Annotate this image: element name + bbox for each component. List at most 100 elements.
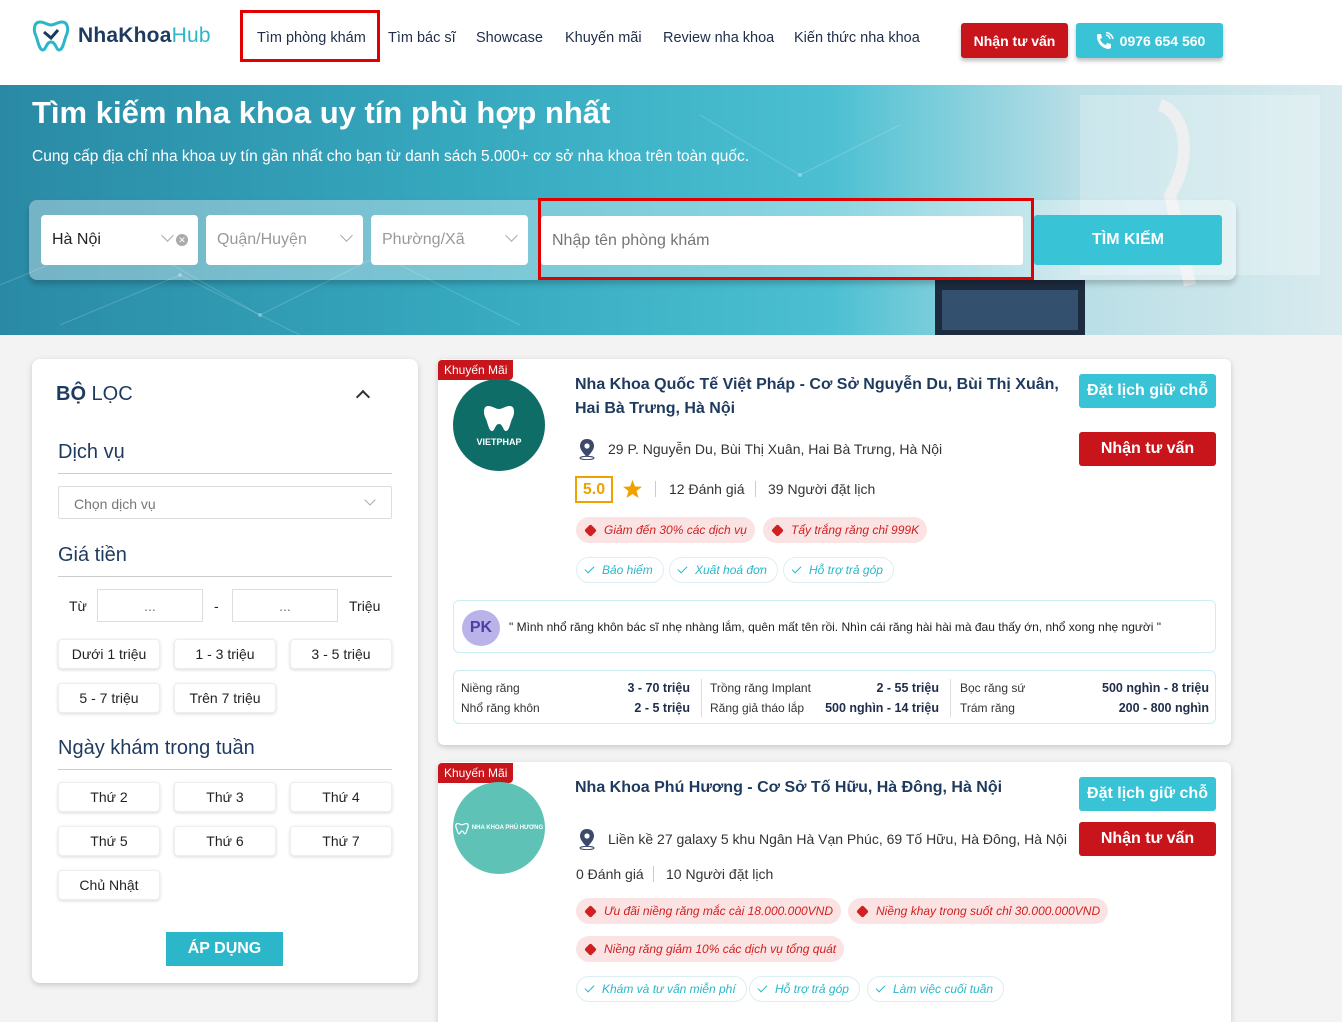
price-item-name: Trám răng	[960, 701, 1015, 715]
book-button[interactable]: Đặt lịch giữ chỗ	[1079, 374, 1216, 408]
clear-icon[interactable]: ✕	[176, 234, 188, 246]
price-item-value: 2 - 5 triệu	[634, 701, 690, 715]
divider	[950, 679, 951, 717]
header-phone-button[interactable]: 0976 654 560	[1076, 23, 1223, 58]
collapse-icon[interactable]	[355, 389, 371, 405]
check-icon	[791, 563, 802, 574]
filter-panel: BỘ LỌC Dịch vụ Chọn dịch vụ Giá tiền Từ …	[32, 359, 418, 983]
star-icon	[623, 480, 642, 498]
feature-tag-label: Xuất hoá đơn	[695, 563, 767, 577]
day-tue[interactable]: Thứ 3	[174, 782, 276, 812]
tooth-logo-icon	[483, 406, 515, 431]
site-logo[interactable]: NhaKhoaHub	[32, 18, 211, 54]
price-range-under-1[interactable]: Dưới 1 triệu	[58, 639, 160, 669]
tag-icon	[584, 904, 597, 918]
filter-title-bold: BỘ	[56, 383, 86, 405]
logo-text-main: NhaKhoa	[78, 24, 172, 47]
day-fri[interactable]: Thứ 6	[174, 826, 276, 856]
chevron-down-icon	[505, 229, 518, 242]
promo-tag[interactable]: Niềng răng giảm 10% các dịch vụ tổng quá…	[576, 936, 845, 962]
location-pin-icon	[579, 829, 595, 850]
tag-icon	[584, 523, 597, 537]
site-header: NhaKhoaHub Tìm phòng khám Tìm bác sĩ Sho…	[0, 0, 1342, 85]
promo-badge: Khuyến Mãi	[438, 763, 514, 783]
price-heading: Giá tiền	[58, 544, 127, 566]
price-range-3-5[interactable]: 3 - 5 triệu	[290, 639, 392, 669]
district-select-placeholder: Quận/Huyện	[217, 231, 307, 248]
clinic-name[interactable]: Nha Khoa Quốc Tế Việt Pháp - Cơ Sở Nguyễ…	[575, 373, 1070, 421]
days-heading: Ngày khám trong tuần	[58, 737, 255, 759]
clinic-name[interactable]: Nha Khoa Phú Hương - Cơ Sở Tố Hữu, Hà Đô…	[575, 776, 1070, 800]
search-button[interactable]: TÌM KIẾM	[1034, 215, 1222, 265]
price-range-5-7[interactable]: 5 - 7 triệu	[58, 683, 160, 713]
nav-knowledge[interactable]: Kiến thức nha khoa	[794, 30, 920, 52]
check-icon	[584, 982, 595, 993]
price-range-1-3[interactable]: 1 - 3 triệu	[174, 639, 276, 669]
price-range-over-7[interactable]: Trên 7 triệu	[174, 683, 276, 713]
nav-showcase[interactable]: Showcase	[476, 30, 543, 52]
price-table: Niềng răng 3 - 70 triệu Nhổ răng khôn 2 …	[453, 670, 1216, 724]
divider	[701, 679, 702, 717]
location-pin-icon	[579, 439, 595, 460]
nav-reviews[interactable]: Review nha khoa	[663, 30, 774, 52]
city-select[interactable]: Hà Nội ✕	[41, 215, 198, 265]
day-sun[interactable]: Chủ Nhật	[58, 870, 160, 900]
review-text: " Mình nhổ răng khôn bác sĩ nhẹ nhàng lắ…	[509, 620, 1162, 634]
check-icon	[677, 563, 688, 574]
clinic-address: 29 P. Nguyễn Du, Bùi Thị Xuân, Hai Bà Tr…	[608, 441, 943, 457]
promo-badge: Khuyến Mãi	[438, 360, 514, 380]
price-item-value: 500 nghìn - 14 triệu	[825, 701, 939, 715]
highlight-box-search	[538, 198, 1034, 280]
consult-button[interactable]: Nhận tư vấn	[1079, 822, 1216, 856]
clinic-logo[interactable]: VIETPHAP	[453, 379, 545, 471]
price-item-name: Niềng răng	[461, 681, 520, 695]
header-consult-button[interactable]: Nhận tư vấn	[961, 23, 1068, 58]
review-count[interactable]: 0 Đánh giá	[576, 866, 644, 882]
feature-tag: Hỗ trợ trả góp	[749, 976, 860, 1002]
hero-title: Tìm kiếm nha khoa uy tín phù hợp nhất	[32, 95, 611, 130]
check-icon	[875, 982, 886, 993]
day-wed[interactable]: Thứ 4	[290, 782, 392, 812]
clinic-logo[interactable]: NHA KHOA PHÚ HƯƠNG	[453, 782, 545, 874]
tag-icon	[771, 523, 784, 537]
nav-promotions[interactable]: Khuyến mãi	[565, 30, 642, 52]
ward-select[interactable]: Phường/Xã	[371, 215, 528, 265]
chevron-down-icon	[161, 229, 174, 242]
price-item-name: Trồng răng Implant	[710, 681, 811, 695]
day-sat[interactable]: Thứ 7	[290, 826, 392, 856]
feature-tag: Làm việc cuối tuần	[867, 976, 1005, 1002]
book-button[interactable]: Đặt lịch giữ chỗ	[1079, 777, 1216, 811]
day-mon[interactable]: Thứ 2	[58, 782, 160, 812]
hero-subtitle: Cung cấp địa chỉ nha khoa uy tín gần nhấ…	[32, 148, 750, 165]
filter-title: BỘ LỌC	[56, 383, 133, 406]
district-select[interactable]: Quận/Huyện	[206, 215, 363, 265]
chevron-down-icon	[340, 229, 353, 242]
price-item-name: Răng giả tháo lắp	[710, 701, 805, 715]
day-thu[interactable]: Thứ 5	[58, 826, 160, 856]
price-dash: -	[214, 598, 219, 614]
tag-icon	[584, 942, 597, 956]
consult-button[interactable]: Nhận tư vấn	[1079, 432, 1216, 466]
service-select[interactable]: Chọn dịch vụ	[58, 486, 392, 519]
phone-number: 0976 654 560	[1119, 32, 1206, 49]
avatar: PK	[462, 610, 500, 646]
review-count[interactable]: 12 Đánh giá	[669, 481, 745, 497]
price-item-name: Nhổ răng khôn	[461, 701, 540, 715]
price-from-input[interactable]: ...	[97, 589, 203, 622]
apply-button[interactable]: ÁP DỤNG	[166, 932, 283, 966]
tooth-logo-icon	[32, 20, 70, 52]
promo-tag[interactable]: Niềng khay trong suốt chỉ 30.000.000VND	[848, 898, 1109, 924]
phone-icon	[1096, 31, 1114, 49]
review-snippet: PK " Mình nhổ răng khôn bác sĩ nhẹ nhàng…	[453, 600, 1216, 653]
price-to-input[interactable]: ...	[232, 589, 338, 622]
divider	[653, 866, 654, 882]
nav-find-doctor[interactable]: Tìm bác sĩ	[388, 30, 456, 52]
divider	[58, 576, 392, 577]
promo-tag-label: Giảm đến 30% các dịch vụ	[604, 523, 747, 537]
promo-tag-label: Tẩy trắng răng chỉ 999K	[791, 523, 920, 537]
promo-tag[interactable]: Tẩy trắng răng chỉ 999K	[763, 517, 928, 543]
promo-tag[interactable]: Ưu đãi niềng răng mắc cài 18.000.000VND	[576, 898, 841, 924]
divider	[58, 473, 392, 474]
promo-tag-label: Ưu đãi niềng răng mắc cài 18.000.000VND	[604, 904, 833, 918]
promo-tag[interactable]: Giảm đến 30% các dịch vụ	[576, 517, 755, 543]
